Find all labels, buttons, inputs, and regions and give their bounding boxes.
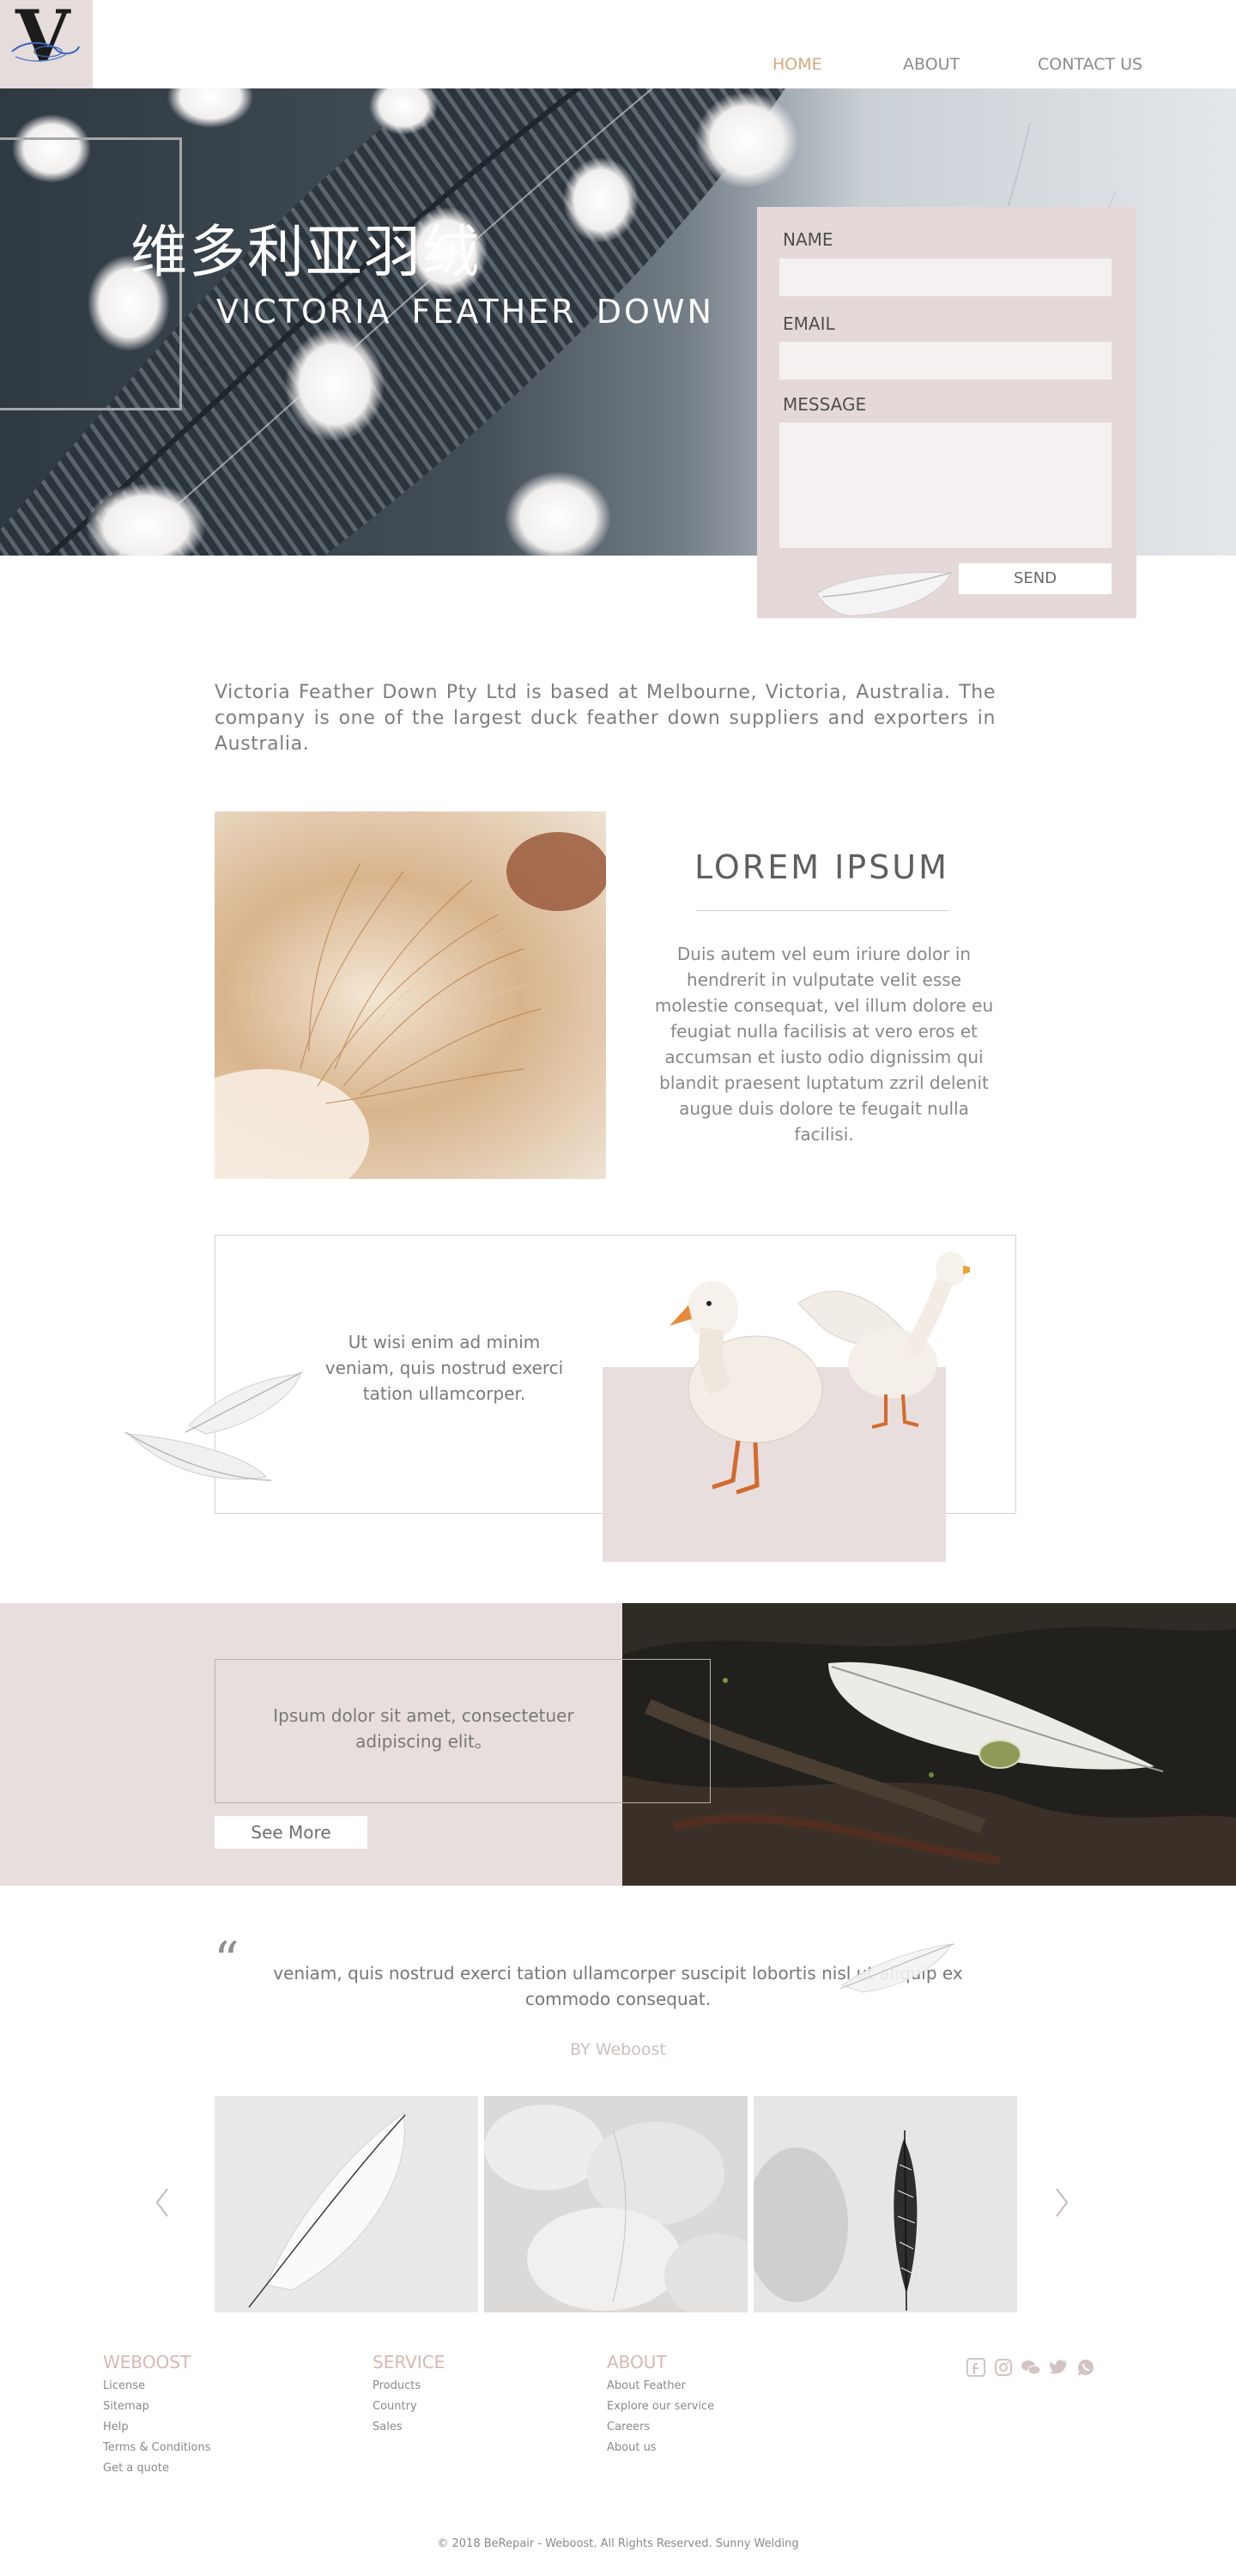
footer-link[interactable]: About Feather (607, 2379, 686, 2392)
name-field[interactable] (779, 258, 1112, 296)
chevron-left-icon[interactable] (152, 2185, 173, 2220)
footer-link[interactable]: Help (103, 2421, 129, 2433)
logo-swirl-icon (11, 42, 80, 62)
footer-heading-weboost: WEBOOST (103, 2352, 191, 2372)
twitter-icon[interactable] (1048, 2357, 1069, 2378)
white-feather-image (215, 2096, 478, 2312)
footer-link[interactable]: License (103, 2379, 145, 2392)
gallery-image-2[interactable] (484, 2096, 748, 2312)
footer-link[interactable]: Sitemap (103, 2400, 149, 2413)
footer-link[interactable]: About us (607, 2441, 657, 2454)
company-intro: Victoria Feather Down Pty Ltd is based a… (215, 682, 996, 755)
wechat-icon[interactable] (1021, 2357, 1041, 2378)
nav-contact-us[interactable]: CONTACT US (1038, 55, 1142, 74)
whatsapp-icon[interactable] (1075, 2357, 1096, 2378)
nav-about[interactable]: ABOUT (903, 55, 960, 74)
message-field[interactable] (779, 422, 1112, 548)
see-more-button[interactable]: See More (215, 1816, 367, 1849)
hero-title-chinese: 维多利亚羽绒 (130, 219, 481, 285)
down-feathers-image (484, 2096, 748, 2312)
logo[interactable]: V (0, 0, 93, 88)
section-title: LOREM IPSUM (694, 848, 949, 886)
section-body: Duis autem vel eum iriure dolor in hendr… (654, 944, 994, 1145)
feathers-decoration-icon (124, 1371, 303, 1481)
feather-decoration-icon (839, 1943, 954, 1993)
message-label: MESSAGE (783, 394, 867, 415)
contact-form: NAME EMAIL MESSAGE SEND (757, 207, 1136, 618)
dark-feather-image (754, 2096, 1017, 2312)
footer-heading-service: SERVICE (373, 2352, 445, 2372)
footer-heading-about: ABOUT (607, 2352, 667, 2372)
footer-link[interactable]: Products (373, 2379, 421, 2392)
brown-feather-image (215, 811, 606, 1179)
footer-link[interactable]: Terms & Conditions (103, 2441, 211, 2454)
instagram-icon[interactable] (993, 2357, 1014, 2378)
quote-icon: “ (214, 1931, 239, 1990)
title-divider (696, 910, 949, 911)
band-text: Ipsum dolor sit amet, consectetuer adipi… (273, 1705, 574, 1752)
testimonial-author: BY Weboost (570, 2040, 666, 2059)
brown-feather-drawing (215, 832, 606, 1179)
hero-title-english: VICTORIA FEATHER DOWN (216, 293, 714, 331)
feather-on-bark-image (622, 1603, 1236, 1886)
footer-link[interactable]: Careers (607, 2421, 650, 2433)
copyright-text: © 2018 BeRepair - Weboost. All Rights Re… (437, 2537, 799, 2550)
social-links (966, 2357, 1096, 2378)
footer-link[interactable]: Explore our service (607, 2400, 714, 2413)
duck-section-text: Ut wisi enim ad minim veniam, quis nostr… (324, 1332, 564, 1404)
footer-link[interactable]: Country (373, 2400, 417, 2413)
ducks-image (670, 1252, 970, 1495)
send-button[interactable]: SEND (959, 563, 1112, 594)
nav-home[interactable]: HOME (772, 55, 822, 74)
feather-on-bark-drawing (622, 1603, 1236, 1886)
name-label: NAME (783, 229, 833, 250)
footer-link[interactable]: Sales (373, 2421, 403, 2433)
gallery-image-3[interactable] (754, 2096, 1017, 2312)
feather-decoration-icon (816, 572, 952, 617)
chevron-right-icon[interactable] (1051, 2185, 1072, 2220)
email-label: EMAIL (783, 313, 835, 334)
facebook-icon[interactable] (966, 2357, 986, 2378)
footer-link[interactable]: Get a quote (103, 2462, 169, 2475)
email-field[interactable] (779, 342, 1112, 380)
gallery-image-1[interactable] (215, 2096, 478, 2312)
